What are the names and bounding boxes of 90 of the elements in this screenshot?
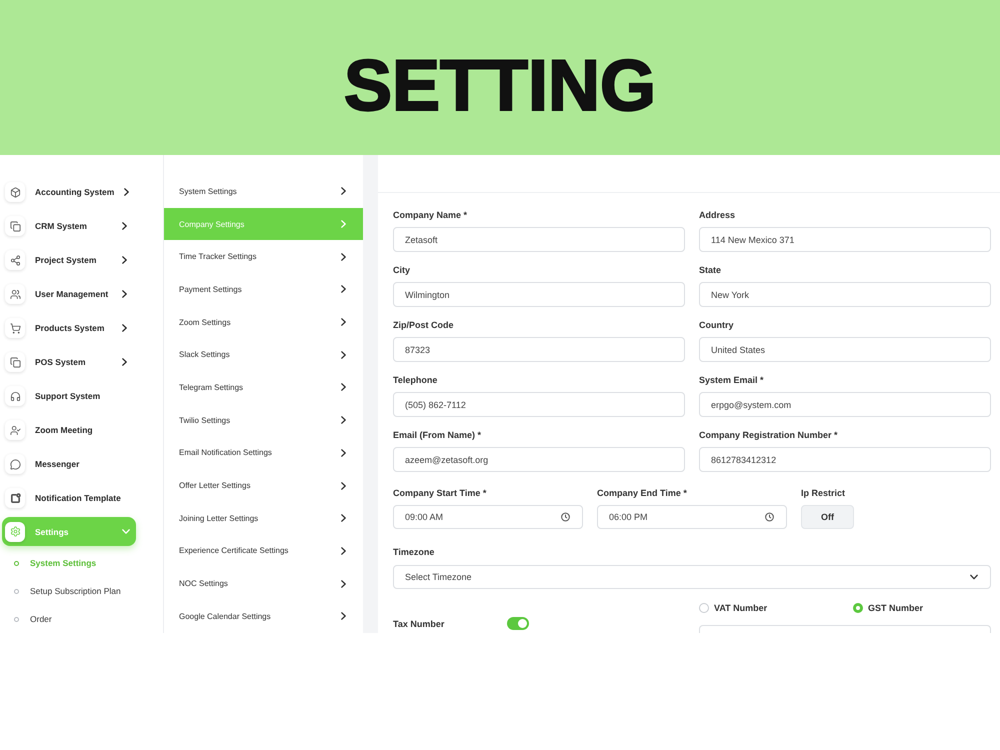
settings-menu-item[interactable]: Payment Settings xyxy=(164,273,363,306)
time-input[interactable]: 06:00 PM xyxy=(597,505,787,529)
ip-restrict-button[interactable]: Off xyxy=(801,505,854,529)
chevron-right-icon xyxy=(341,416,346,424)
chevron-down-icon xyxy=(970,574,978,580)
settings-menu-item[interactable]: Google Calendar Settings xyxy=(164,600,363,633)
settings-menu-item[interactable]: Experience Certificate Settings xyxy=(164,534,363,568)
share-icon xyxy=(5,250,25,270)
sidebar-item[interactable]: POS System xyxy=(2,345,136,379)
radio-option[interactable]: VAT Number xyxy=(699,602,768,614)
text-input[interactable]: United States xyxy=(699,337,991,362)
clock-icon xyxy=(765,512,774,522)
field-label: State xyxy=(699,264,722,276)
text-input[interactable]: azeem@zetasoft.org xyxy=(393,447,685,472)
field-label: Company Registration Number * xyxy=(699,429,839,441)
banner-title: SETTING xyxy=(344,50,656,122)
chevron-right-icon xyxy=(341,220,346,228)
settings-menu-item[interactable]: Offer Letter Settings xyxy=(164,469,363,502)
users-icon xyxy=(5,284,25,304)
settings-icon xyxy=(5,522,25,542)
cube-icon xyxy=(5,182,25,202)
settings-menu-item[interactable]: NOC Settings xyxy=(164,567,363,600)
headphones-icon xyxy=(5,386,25,406)
field-label: Timezone xyxy=(393,546,436,558)
copy-icon xyxy=(5,216,25,236)
circle-icon xyxy=(14,560,19,566)
notification-icon xyxy=(5,488,25,508)
chevron-right-icon xyxy=(341,448,346,457)
chat-bubble-icon xyxy=(5,454,25,474)
text-input[interactable]: 8612783412312 xyxy=(699,447,991,472)
field-label: Company Name * xyxy=(393,209,468,221)
sidebar-item[interactable]: Project System xyxy=(2,243,136,277)
circle-icon xyxy=(14,588,19,594)
chevron-right-icon xyxy=(341,514,346,522)
timezone-select[interactable]: Select Timezone xyxy=(393,565,991,589)
chevron-right-icon xyxy=(341,612,346,620)
field-label: Telephone xyxy=(393,374,438,386)
settings-menu-item[interactable]: Twilio Settings xyxy=(164,404,363,436)
chevron-right-icon xyxy=(341,482,346,490)
chevron-right-icon xyxy=(341,252,346,261)
submenu-link[interactable]: Setup Subscription Plan xyxy=(0,577,130,605)
sidebar-item[interactable]: Products System xyxy=(2,311,136,345)
field-label: Ip Restrict xyxy=(801,487,846,499)
time-input[interactable]: 09:00 AM xyxy=(393,505,583,529)
text-input[interactable]: 114 New Mexico 371 xyxy=(699,227,991,252)
settings-menu-item[interactable]: Email Notification Settings xyxy=(164,436,363,470)
sidebar-item[interactable]: Notification Template xyxy=(2,481,136,515)
settings-menu-item[interactable]: Telegram Settings xyxy=(164,371,363,404)
settings-menu-item[interactable]: Zoom Settings xyxy=(164,306,363,338)
sidebar-item[interactable]: Support System xyxy=(2,379,136,413)
field-label: Tax Number xyxy=(393,618,446,628)
text-input[interactable]: erpgo@system.com xyxy=(699,392,991,417)
field-label: System Email * xyxy=(699,374,765,386)
sidebar-item[interactable]: User Management xyxy=(2,277,136,311)
chevron-right-icon xyxy=(341,285,346,294)
field-label: Email (From Name) * xyxy=(393,429,482,441)
chevron-right-icon xyxy=(341,350,346,359)
settings-menu-item[interactable]: System Settings xyxy=(164,175,363,208)
field-label: Country xyxy=(699,319,734,331)
text-input[interactable]: New York xyxy=(699,282,991,307)
field-label: Address xyxy=(699,209,736,221)
chevron-right-icon xyxy=(341,187,346,196)
chevron-right-icon xyxy=(341,383,346,392)
sidebar-item[interactable]: Accounting System xyxy=(2,175,136,209)
chevron-right-icon xyxy=(341,546,346,555)
sidebar-item[interactable]: CRM System xyxy=(2,209,136,243)
circle-icon xyxy=(14,616,19,622)
chevron-right-icon xyxy=(341,580,346,588)
field-label: City xyxy=(393,264,412,276)
field-label: Company End Time * xyxy=(597,487,688,499)
settings-menu-item[interactable]: Time Tracker Settings xyxy=(164,240,363,274)
radio-option[interactable]: GST Number xyxy=(853,602,924,614)
toggle-switch[interactable] xyxy=(507,617,529,630)
sidebar-item[interactable]: Messenger xyxy=(2,447,136,481)
text-input[interactable]: Wilmington xyxy=(393,282,685,307)
field-label: Zip/Post Code xyxy=(393,319,454,331)
sidebar-item[interactable]: Zoom Meeting xyxy=(2,413,136,447)
text-input[interactable]: 87323 xyxy=(393,337,685,362)
chevron-right-icon xyxy=(341,318,346,326)
clock-icon xyxy=(561,512,570,522)
copy-icon xyxy=(5,352,25,372)
text-input[interactable]: (505) 862-7112 xyxy=(393,392,685,417)
settings-menu-item[interactable]: Slack Settings xyxy=(164,338,363,372)
cart-icon xyxy=(5,318,25,338)
input-field[interactable] xyxy=(699,625,991,633)
settings-menu-item[interactable]: Joining Letter Settings xyxy=(164,502,363,535)
text-input[interactable]: Zetasoft xyxy=(393,227,685,252)
field-label: Company Start Time * xyxy=(393,487,488,499)
submenu-link[interactable]: Order xyxy=(0,605,130,633)
user-check-icon xyxy=(5,420,25,440)
